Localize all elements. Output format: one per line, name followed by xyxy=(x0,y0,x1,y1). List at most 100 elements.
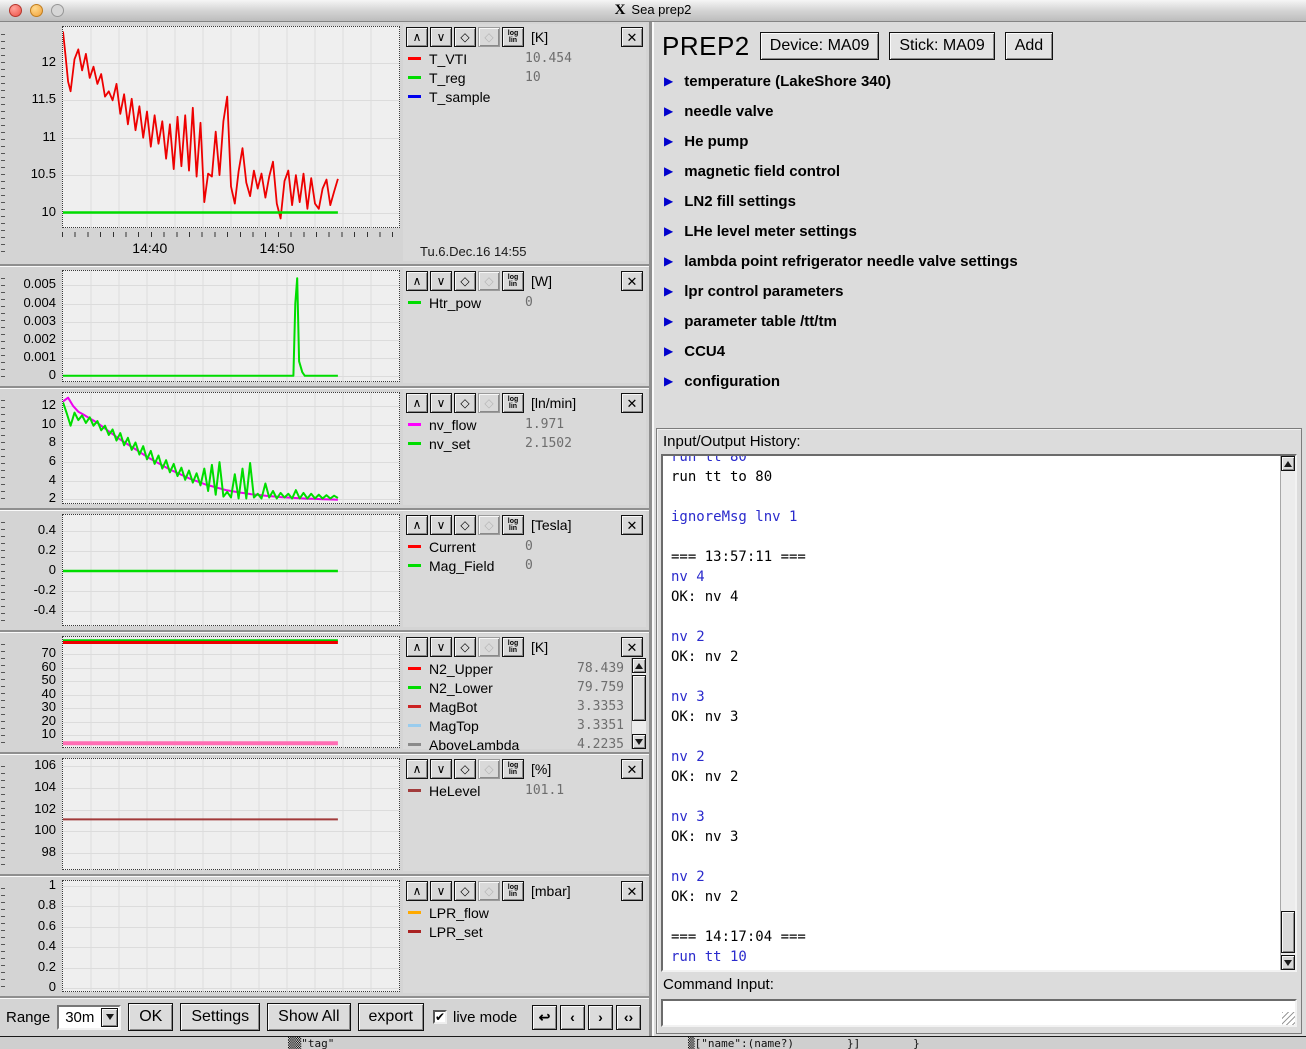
section-item[interactable]: ▶needle valve xyxy=(654,96,1306,126)
scale-up-button[interactable]: ∧ xyxy=(406,637,428,657)
scale-up-button[interactable]: ∧ xyxy=(406,393,428,413)
section-item[interactable]: ▶LN2 fill settings xyxy=(654,186,1306,216)
scrollbar-thumb[interactable] xyxy=(1281,911,1295,953)
section-item[interactable]: ▶lpr control parameters xyxy=(654,276,1306,306)
autoscale-button[interactable]: ◇ xyxy=(454,515,476,535)
legend-entry[interactable]: T_VTI10.454 xyxy=(403,49,646,68)
scroll-up-arrow-icon[interactable] xyxy=(1281,456,1295,471)
plot-area[interactable] xyxy=(62,514,400,626)
range-select[interactable]: 30m xyxy=(57,1005,121,1030)
scale-up-button[interactable]: ∧ xyxy=(406,881,428,901)
plot-area[interactable] xyxy=(62,636,400,748)
close-plot-button[interactable]: ✕ xyxy=(621,881,643,901)
scrollbar-thumb[interactable] xyxy=(632,675,646,721)
device-button[interactable]: Device: MA09 xyxy=(760,32,880,60)
plot-area[interactable] xyxy=(62,758,400,870)
plot-area[interactable] xyxy=(62,26,400,228)
plot-area[interactable] xyxy=(62,270,400,382)
section-item[interactable]: ▶LHe level meter settings xyxy=(654,216,1306,246)
legend-entry[interactable]: HeLevel101.1 xyxy=(403,781,646,800)
log-lin-button[interactable]: loglin xyxy=(502,881,524,901)
legend-entry[interactable]: nv_set2.1502 xyxy=(403,434,646,453)
section-item[interactable]: ▶temperature (LakeShore 340) xyxy=(654,66,1306,96)
legend-entry[interactable]: Mag_Field0 xyxy=(403,556,646,575)
scale-up-button[interactable]: ∧ xyxy=(406,515,428,535)
autoscale-button[interactable]: ◇ xyxy=(454,27,476,47)
legend-entry[interactable]: N2_Upper78.439 xyxy=(403,659,646,678)
live-mode-toggle[interactable]: ✔ live mode xyxy=(433,1009,517,1026)
scale-down-button[interactable]: ∨ xyxy=(430,27,452,47)
close-plot-button[interactable]: ✕ xyxy=(621,27,643,47)
autoscale-button[interactable]: ◇ xyxy=(454,881,476,901)
plot-area[interactable] xyxy=(62,880,400,992)
autoscale-disabled-button[interactable]: ◇ xyxy=(478,759,500,779)
log-lin-button[interactable]: loglin xyxy=(502,637,524,657)
resize-grip-icon[interactable] xyxy=(1282,1012,1295,1025)
scale-up-button[interactable]: ∧ xyxy=(406,759,428,779)
scale-down-button[interactable]: ∨ xyxy=(430,759,452,779)
close-plot-button[interactable]: ✕ xyxy=(621,393,643,413)
section-item[interactable]: ▶lambda point refrigerator needle valve … xyxy=(654,246,1306,276)
ok-button[interactable]: OK xyxy=(128,1003,173,1031)
command-input[interactable] xyxy=(663,1001,1295,1025)
autoscale-button[interactable]: ◇ xyxy=(454,637,476,657)
add-button[interactable]: Add xyxy=(1005,32,1053,60)
time-nav-button[interactable]: ↩ xyxy=(532,1005,557,1030)
close-plot-button[interactable]: ✕ xyxy=(621,271,643,291)
legend-entry[interactable]: LPR_flow xyxy=(403,903,646,922)
time-nav-button[interactable]: ‹› xyxy=(616,1005,641,1030)
scale-down-button[interactable]: ∨ xyxy=(430,515,452,535)
legend-entry[interactable]: nv_flow1.971 xyxy=(403,415,646,434)
show-all-button[interactable]: Show All xyxy=(267,1003,350,1031)
autoscale-disabled-button[interactable]: ◇ xyxy=(478,27,500,47)
legend-entry[interactable]: T_sample xyxy=(403,87,646,106)
close-plot-button[interactable]: ✕ xyxy=(621,515,643,535)
legend-scrollbar[interactable] xyxy=(631,658,646,749)
log-lin-button[interactable]: loglin xyxy=(502,393,524,413)
section-item[interactable]: ▶CCU4 xyxy=(654,336,1306,366)
close-plot-button[interactable]: ✕ xyxy=(621,637,643,657)
log-lin-button[interactable]: loglin xyxy=(502,759,524,779)
scale-down-button[interactable]: ∨ xyxy=(430,271,452,291)
chevron-down-icon[interactable] xyxy=(101,1008,118,1027)
autoscale-button[interactable]: ◇ xyxy=(454,271,476,291)
scale-up-button[interactable]: ∧ xyxy=(406,271,428,291)
log-lin-button[interactable]: loglin xyxy=(502,271,524,291)
stick-button[interactable]: Stick: MA09 xyxy=(889,32,994,60)
legend-entry[interactable]: MagBot3.3353 xyxy=(403,697,646,716)
scale-up-button[interactable]: ∧ xyxy=(406,27,428,47)
legend-entry[interactable]: N2_Lower79.759 xyxy=(403,678,646,697)
terminal-scrollbar[interactable] xyxy=(1280,456,1295,970)
titlebar[interactable]: XSea prep2 xyxy=(0,0,1306,22)
autoscale-disabled-button[interactable]: ◇ xyxy=(478,393,500,413)
plot-area[interactable] xyxy=(62,392,400,504)
autoscale-button[interactable]: ◇ xyxy=(454,759,476,779)
autoscale-disabled-button[interactable]: ◇ xyxy=(478,881,500,901)
settings-button[interactable]: Settings xyxy=(180,1003,260,1031)
legend-entry[interactable]: Htr_pow0 xyxy=(403,293,646,312)
log-lin-button[interactable]: loglin xyxy=(502,27,524,47)
legend-entry[interactable]: T_reg10 xyxy=(403,68,646,87)
scroll-up-arrow-icon[interactable] xyxy=(632,658,646,673)
scroll-down-arrow-icon[interactable] xyxy=(632,734,646,749)
scale-down-button[interactable]: ∨ xyxy=(430,637,452,657)
section-item[interactable]: ▶configuration xyxy=(654,366,1306,396)
section-item[interactable]: ▶He pump xyxy=(654,126,1306,156)
legend-entry[interactable]: Current0 xyxy=(403,537,646,556)
export-button[interactable]: export xyxy=(358,1003,424,1031)
autoscale-disabled-button[interactable]: ◇ xyxy=(478,637,500,657)
autoscale-disabled-button[interactable]: ◇ xyxy=(478,271,500,291)
time-nav-button[interactable]: › xyxy=(588,1005,613,1030)
time-nav-button[interactable]: ‹ xyxy=(560,1005,585,1030)
scale-down-button[interactable]: ∨ xyxy=(430,393,452,413)
close-plot-button[interactable]: ✕ xyxy=(621,759,643,779)
live-mode-checkbox[interactable]: ✔ xyxy=(433,1010,447,1024)
autoscale-button[interactable]: ◇ xyxy=(454,393,476,413)
section-item[interactable]: ▶parameter table /tt/tm xyxy=(654,306,1306,336)
section-item[interactable]: ▶magnetic field control xyxy=(654,156,1306,186)
legend-entry[interactable]: LPR_set xyxy=(403,922,646,941)
scale-down-button[interactable]: ∨ xyxy=(430,881,452,901)
autoscale-disabled-button[interactable]: ◇ xyxy=(478,515,500,535)
io-history-terminal[interactable]: run tt 80run tt to 80 ignoreMsg lnv 1 ==… xyxy=(661,454,1297,972)
log-lin-button[interactable]: loglin xyxy=(502,515,524,535)
